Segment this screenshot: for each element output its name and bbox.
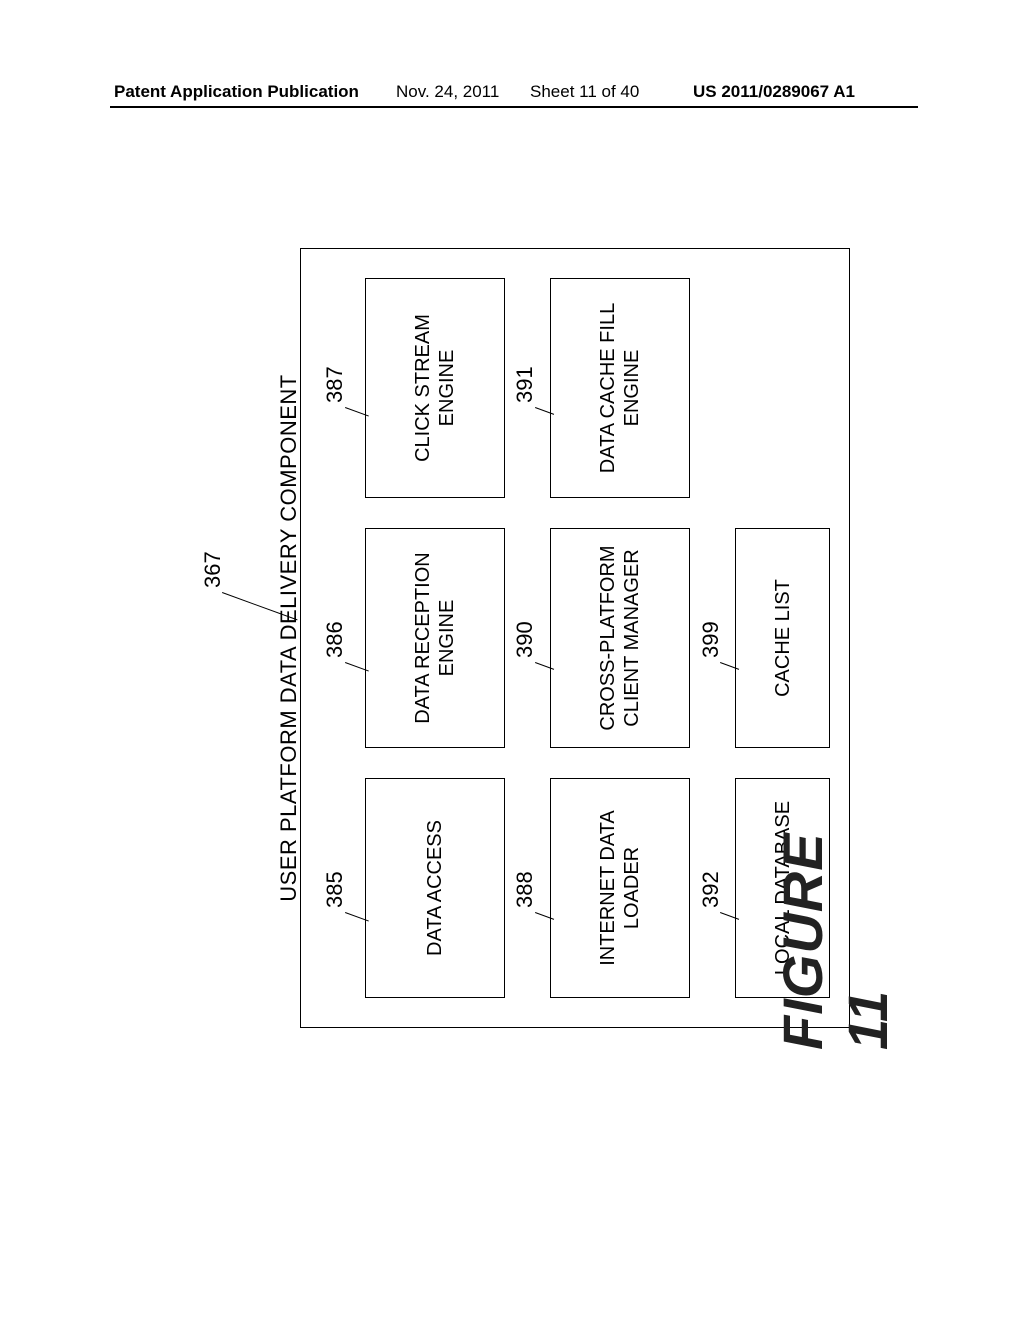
box-data-cache-fill-engine-label: DATA CACHE FILL ENGINE	[596, 303, 644, 473]
box-cache-list-label: CACHE LIST	[771, 579, 795, 697]
box-click-stream-engine: CLICK STREAM ENGINE	[365, 278, 505, 498]
box-data-reception-engine: DATA RECEPTION ENGINE	[365, 528, 505, 748]
page: Patent Application Publication Nov. 24, …	[0, 0, 1024, 1320]
box-data-access-label: DATA ACCESS	[423, 820, 447, 956]
ref-387: 387	[322, 366, 348, 403]
diagram-rotated-group: USER PLATFORM DATA DELIVERY COMPONENT DA…	[150, 228, 870, 1048]
header-left: Patent Application Publication	[114, 82, 359, 102]
ref-392: 392	[698, 871, 724, 908]
diagram-area: USER PLATFORM DATA DELIVERY COMPONENT DA…	[150, 228, 870, 1048]
box-cache-list: CACHE LIST	[735, 528, 830, 748]
header-date: Nov. 24, 2011	[396, 82, 499, 102]
component-title: USER PLATFORM DATA DELIVERY COMPONENT	[276, 248, 302, 1028]
box-cross-platform-client-manager-label: CROSS-PLATFORM CLIENT MANAGER	[596, 545, 644, 730]
box-internet-data-loader-label: INTERNET DATA LOADER	[596, 810, 644, 966]
figure-label: FIGURE 11	[770, 796, 900, 1050]
header-pubno: US 2011/0289067 A1	[693, 82, 855, 102]
box-data-cache-fill-engine: DATA CACHE FILL ENGINE	[550, 278, 690, 498]
box-click-stream-engine-label: CLICK STREAM ENGINE	[411, 314, 459, 462]
header-sheet: Sheet 11 of 40	[530, 82, 639, 102]
box-cross-platform-client-manager: CROSS-PLATFORM CLIENT MANAGER	[550, 528, 690, 748]
ref-399: 399	[698, 621, 724, 658]
ref-367: 367	[200, 551, 226, 588]
box-data-access: DATA ACCESS	[365, 778, 505, 998]
header-rule	[110, 106, 918, 108]
figure-label-text: FIGURE 11	[771, 832, 899, 1050]
ref-388: 388	[512, 871, 538, 908]
ref-391: 391	[512, 366, 538, 403]
box-data-reception-engine-label: DATA RECEPTION ENGINE	[411, 552, 459, 724]
ref-385: 385	[322, 871, 348, 908]
ref-386: 386	[322, 621, 348, 658]
box-internet-data-loader: INTERNET DATA LOADER	[550, 778, 690, 998]
ref-390: 390	[512, 621, 538, 658]
